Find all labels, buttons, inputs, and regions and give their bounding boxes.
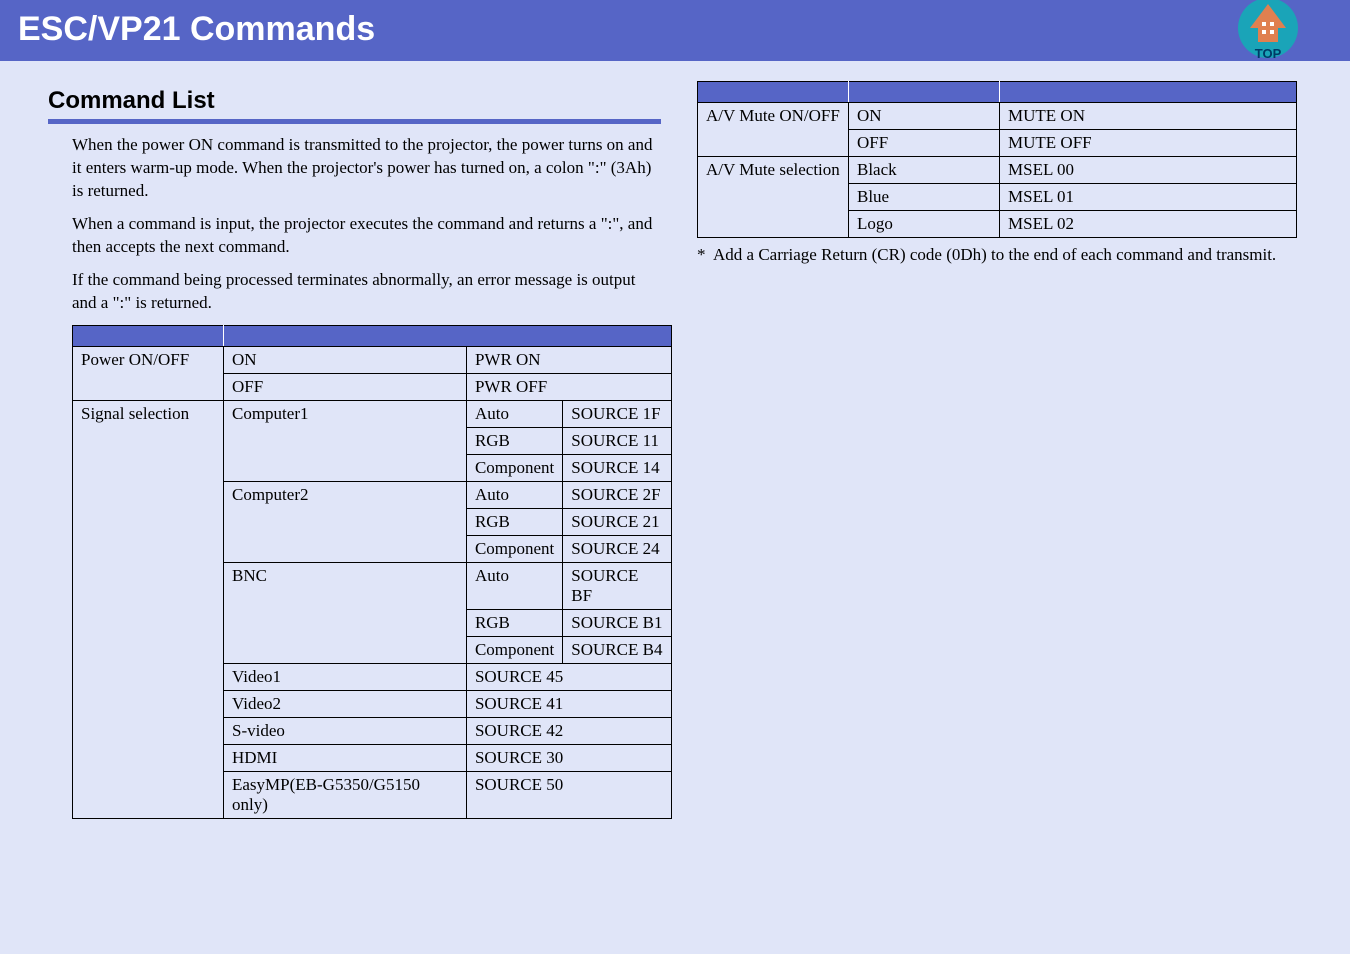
table-row: Power ON/OFF ON PWR ON bbox=[73, 346, 672, 373]
footnote-text: Add a Carriage Return (CR) code (0Dh) to… bbox=[713, 244, 1310, 267]
table-row: A/V Mute selection Black MSEL 00 bbox=[698, 157, 1297, 184]
section-heading: Command List bbox=[48, 87, 661, 115]
section-rule bbox=[48, 119, 661, 124]
intro-paragraph-1: When the power ON command is transmitted… bbox=[72, 134, 661, 203]
command-table-right: A/V Mute ON/OFF ON MUTE ON OFFMUTE OFF A… bbox=[697, 81, 1297, 238]
intro-paragraph-2: When a command is input, the projector e… bbox=[72, 213, 661, 259]
table-row: A/V Mute ON/OFF ON MUTE ON bbox=[698, 103, 1297, 130]
top-icon-label: TOP bbox=[1255, 46, 1282, 61]
intro-paragraph-3: If the command being processed terminate… bbox=[72, 269, 661, 315]
table-row: Signal selection Computer1 Auto SOURCE 1… bbox=[73, 400, 672, 427]
command-table-left: Power ON/OFF ON PWR ON OFF PWR OFF Signa… bbox=[72, 325, 672, 819]
footnote-star: * bbox=[697, 244, 713, 267]
footnote: * Add a Carriage Return (CR) code (0Dh) … bbox=[697, 244, 1310, 267]
top-icon[interactable]: TOP bbox=[1236, 0, 1300, 62]
page-title: ESC/VP21 Commands bbox=[0, 0, 1350, 61]
